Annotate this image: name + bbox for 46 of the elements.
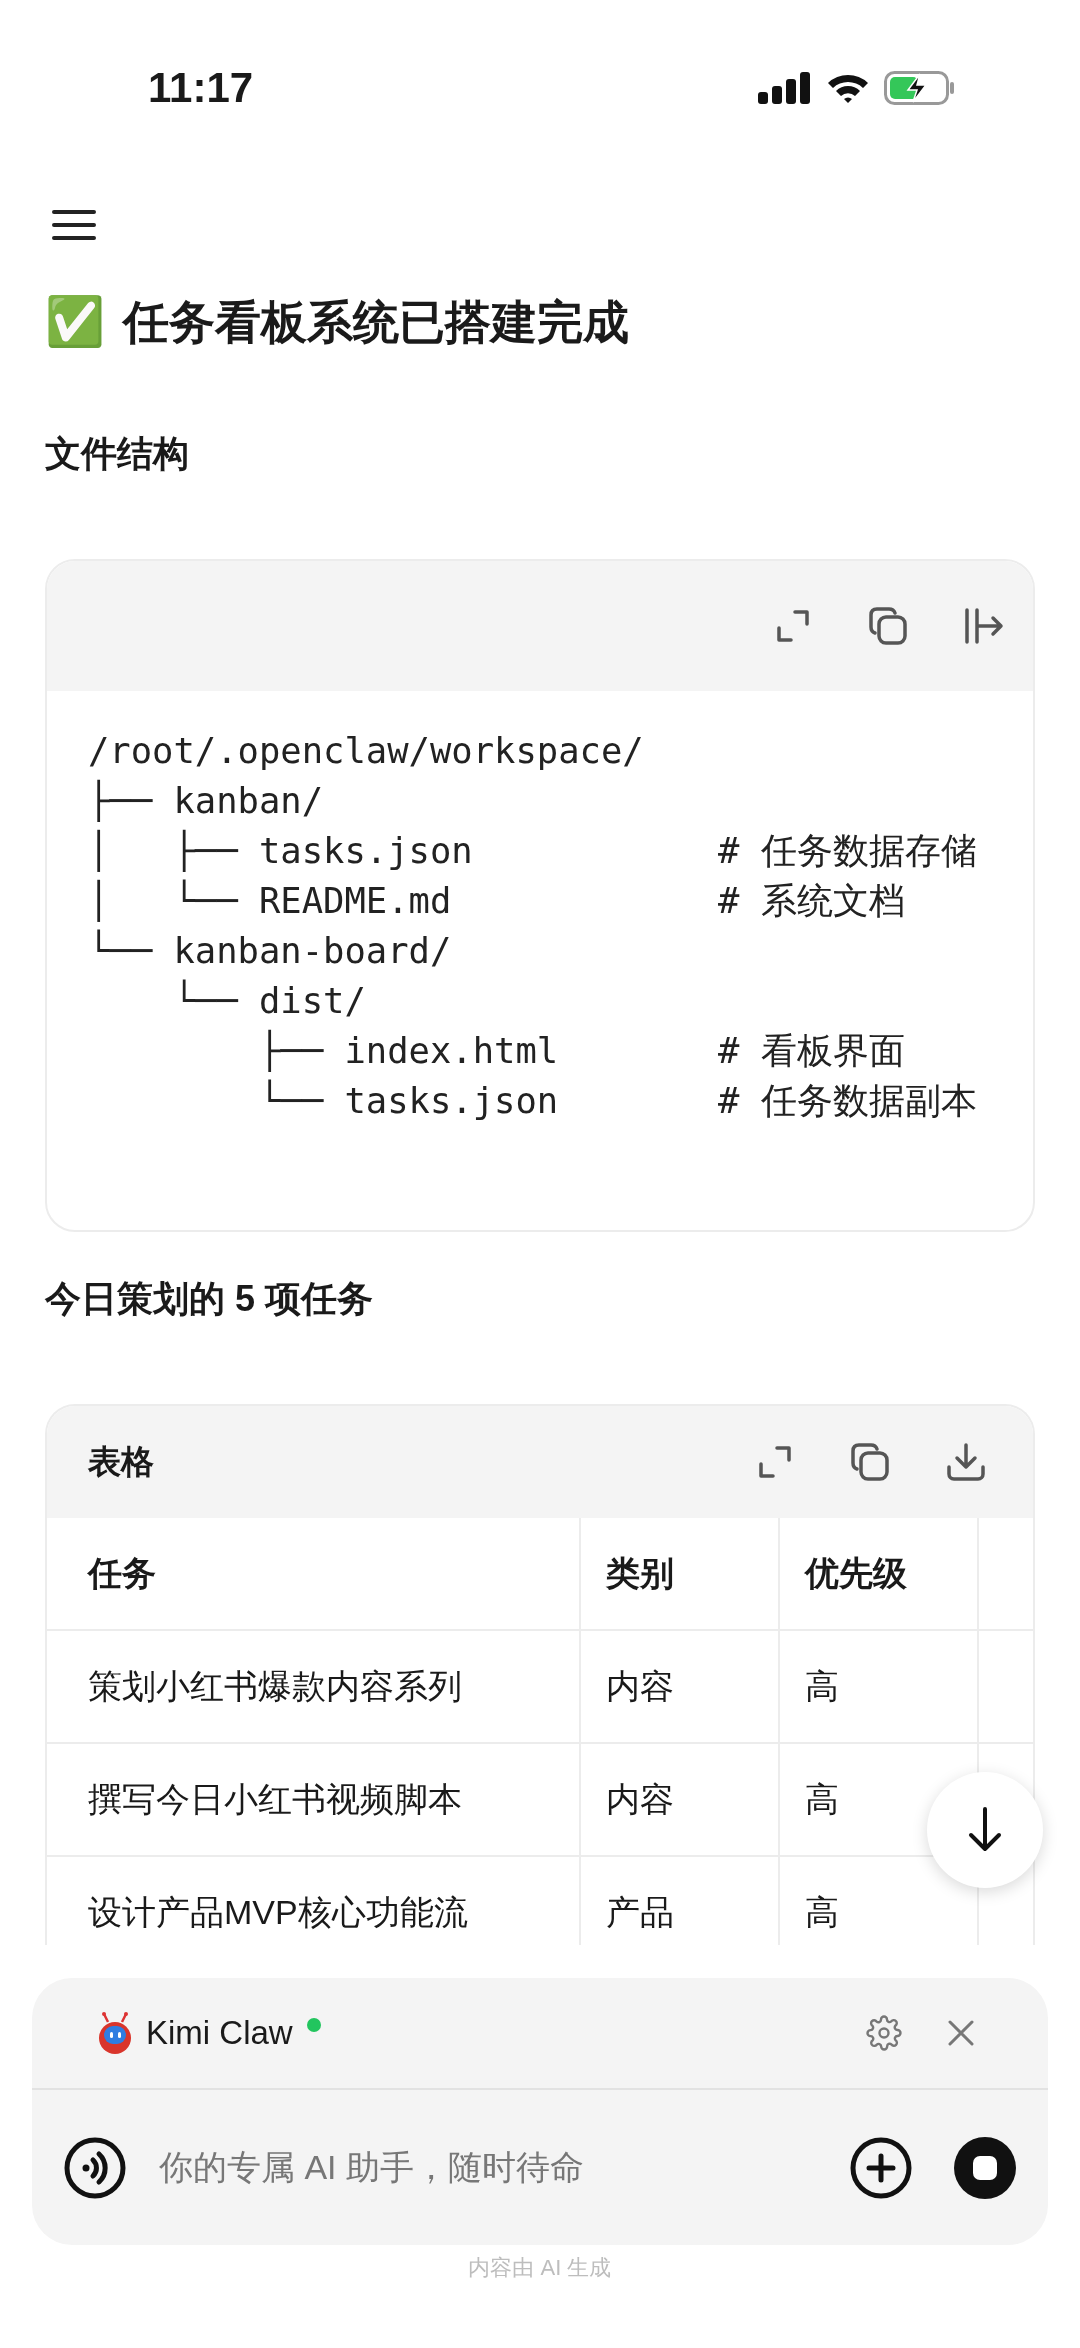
battery-charging-icon [884, 71, 956, 105]
code-line: │ ├── tasks.json [88, 828, 474, 874]
status-time: 11:17 [148, 67, 254, 109]
wrap-icon[interactable] [963, 606, 1005, 646]
ai-disclaimer: 内容由 AI 生成 [468, 2254, 612, 2282]
menu-icon[interactable] [52, 209, 96, 241]
code-comment: # 看板界面 [718, 1029, 905, 1074]
column-header: 类别 [606, 1553, 674, 1594]
page-title: 任务看板系统已搭建完成 [123, 299, 629, 345]
table-cell-text: 高 [805, 1779, 839, 1820]
code-line: ├── index.html [257, 1028, 560, 1074]
signal-icon [758, 72, 812, 104]
table-cell-text: 策划小红书爆款内容系列 [88, 1666, 462, 1707]
table-cell-text: 高 [805, 1666, 839, 1707]
code-line: └── kanban-board/ [88, 928, 453, 974]
code-line: └── dist/ [172, 978, 367, 1024]
code-line: ├── kanban/ [88, 778, 325, 824]
stop-icon[interactable] [954, 2136, 1016, 2199]
table-cell-text: 设计产品MVP核心功能流 [88, 1892, 468, 1933]
add-icon[interactable] [850, 2136, 912, 2199]
column-header: 优先级 [805, 1553, 907, 1594]
close-icon[interactable] [946, 2018, 976, 2048]
code-line: └── tasks.json [257, 1078, 560, 1124]
settings-icon[interactable] [866, 2015, 902, 2051]
section-heading: 文件结构 [45, 433, 189, 474]
table-cell-text: 高 [805, 1892, 839, 1933]
table-title: 表格 [88, 1442, 155, 1483]
table-cell-text: 内容 [606, 1779, 674, 1820]
section-heading: 今日策划的 5 项任务 [45, 1278, 374, 1319]
message-input[interactable]: 你的专属 AI 助手，随时待命 [159, 2142, 850, 2193]
assistant-name: Kimi Claw [146, 2013, 293, 2054]
table-cell-text: 内容 [606, 1666, 674, 1707]
code-line: /root/.openclaw/workspace/ [88, 729, 645, 774]
table-cell-text: 产品 [606, 1892, 674, 1933]
wifi-icon [826, 72, 870, 104]
column-header: 任务 [88, 1553, 156, 1594]
download-icon[interactable] [945, 1441, 987, 1483]
robot-avatar-icon [98, 2012, 132, 2054]
code-line: │ └── README.md [88, 878, 453, 924]
copy-icon[interactable] [867, 605, 909, 647]
code-comment: # 任务数据存储 [718, 829, 977, 874]
voice-icon[interactable] [64, 2136, 126, 2199]
code-comment: # 任务数据副本 [718, 1079, 977, 1124]
code-comment: # 系统文档 [718, 879, 905, 924]
copy-icon[interactable] [849, 1441, 891, 1483]
table-cell-text: 撰写今日小红书视频脚本 [88, 1779, 462, 1820]
